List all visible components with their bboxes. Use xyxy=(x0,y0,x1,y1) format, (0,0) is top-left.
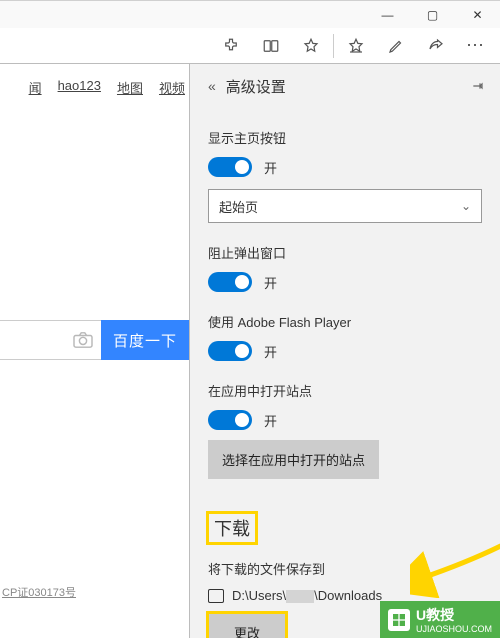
icp-text[interactable]: CP证030173号 xyxy=(2,584,76,600)
home-button-toggle[interactable] xyxy=(208,157,252,177)
open-in-app-state: 开 xyxy=(264,411,277,430)
page-nav-links: 闻 hao123 地图 视频 xyxy=(0,64,189,111)
favorite-star-icon[interactable] xyxy=(291,28,331,64)
watermark-badge: U教授 UJIAOSHOU.COM xyxy=(380,601,500,638)
nav-map-link[interactable]: 地图 xyxy=(117,78,143,97)
favorites-list-icon[interactable] xyxy=(336,28,376,64)
watermark-name: U教授 xyxy=(416,607,454,623)
nav-hao123-link[interactable]: hao123 xyxy=(58,78,101,97)
window-titlebar: — ▢ ✕ xyxy=(0,0,500,28)
camera-icon[interactable] xyxy=(65,322,101,358)
home-button-state: 开 xyxy=(264,158,277,177)
reading-view-icon[interactable] xyxy=(251,28,291,64)
baidu-search-bar: 百度一下 xyxy=(0,320,189,360)
baidu-search-button[interactable]: 百度一下 xyxy=(101,320,189,360)
page-content-area: 闻 hao123 地图 视频 百度一下 CP证030173号 xyxy=(0,64,190,638)
popup-section: 阻止弹出窗口 开 xyxy=(208,243,480,292)
browser-toolbar: ⋯ xyxy=(0,28,500,64)
settings-header: « 高级设置 xyxy=(208,64,480,108)
watermark-url: UJIAOSHOU.COM xyxy=(416,625,492,634)
watermark-logo-icon xyxy=(388,609,410,631)
toolbar-divider xyxy=(333,34,334,58)
flash-state: 开 xyxy=(264,342,277,361)
nav-video-link[interactable]: 视频 xyxy=(159,78,185,97)
settings-panel: « 高级设置 显示主页按钮 开 起始页 ⌄ 阻止弹出窗口 开 xyxy=(190,64,500,638)
choose-apps-button[interactable]: 选择在应用中打开的站点 xyxy=(208,440,379,479)
close-button[interactable]: ✕ xyxy=(455,1,500,29)
flash-section: 使用 Adobe Flash Player 开 xyxy=(208,312,480,361)
home-button-section: 显示主页按钮 开 起始页 ⌄ xyxy=(208,128,480,223)
extensions-icon[interactable] xyxy=(211,28,251,64)
popup-toggle[interactable] xyxy=(208,272,252,292)
open-in-app-toggle[interactable] xyxy=(208,410,252,430)
open-in-app-section: 在应用中打开站点 开 选择在应用中打开的站点 xyxy=(208,381,480,479)
flash-label: 使用 Adobe Flash Player xyxy=(208,312,480,331)
minimize-button[interactable]: — xyxy=(365,1,410,29)
settings-title: 高级设置 xyxy=(226,76,286,97)
chevron-down-icon: ⌄ xyxy=(461,199,471,213)
settings-back-button[interactable]: « xyxy=(208,78,216,94)
share-icon[interactable] xyxy=(416,28,456,64)
maximize-button[interactable]: ▢ xyxy=(410,1,455,29)
folder-icon xyxy=(208,589,224,603)
download-path: D:\Users\\Downloads xyxy=(232,588,382,603)
downloads-heading: 下载 xyxy=(208,513,256,543)
pin-icon[interactable] xyxy=(470,78,486,97)
web-note-icon[interactable] xyxy=(376,28,416,64)
nav-news-link[interactable]: 闻 xyxy=(29,78,42,97)
more-icon[interactable]: ⋯ xyxy=(456,28,496,64)
home-page-select-value: 起始页 xyxy=(219,197,258,216)
redacted-segment xyxy=(286,590,314,603)
save-to-label: 将下载的文件保存到 xyxy=(208,559,480,578)
popup-state: 开 xyxy=(264,273,277,292)
flash-toggle[interactable] xyxy=(208,341,252,361)
popup-label: 阻止弹出窗口 xyxy=(208,243,480,262)
home-button-label: 显示主页按钮 xyxy=(208,128,480,147)
change-download-path-button[interactable]: 更改 xyxy=(208,613,286,638)
open-in-app-label: 在应用中打开站点 xyxy=(208,381,480,400)
home-page-select[interactable]: 起始页 ⌄ xyxy=(208,189,482,223)
